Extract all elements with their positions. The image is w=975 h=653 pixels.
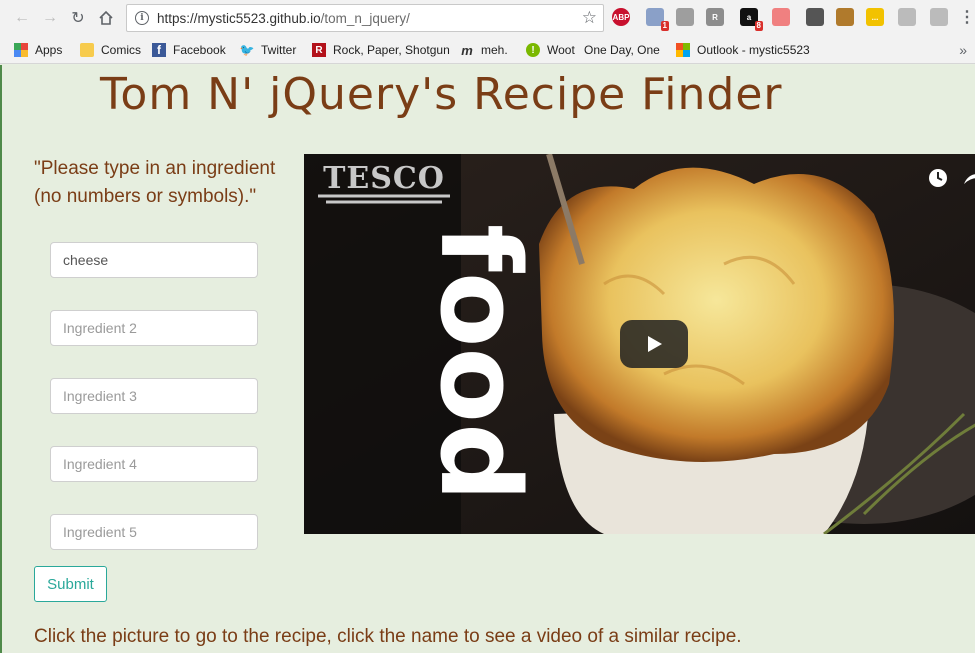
page-content: Tom N' jQuery's Recipe Finder "Please ty… bbox=[0, 65, 975, 653]
amazon-icon[interactable]: a8 bbox=[740, 8, 763, 31]
reload-icon[interactable]: ↻ bbox=[68, 8, 88, 28]
bookmark-label: Apps bbox=[35, 43, 63, 57]
extension-badge: 8 bbox=[754, 21, 763, 31]
bookmark-rock-paper-shotgun[interactable]: R Rock, Paper, Shotgun bbox=[312, 41, 450, 59]
bookmarks-overflow-icon[interactable]: » bbox=[959, 42, 967, 58]
code-extension-icon[interactable] bbox=[898, 8, 916, 26]
dots-extension-icon[interactable]: ... bbox=[866, 8, 884, 26]
r-extension-label: R bbox=[712, 12, 718, 22]
apps-grid-icon bbox=[14, 43, 28, 57]
bookmark-woot[interactable]: ! Woot bbox=[526, 41, 575, 59]
bookmark-outlook-mystic5523[interactable]: Outlook - mystic5523 bbox=[676, 41, 810, 59]
ingredient-input-5[interactable] bbox=[50, 514, 258, 550]
twitter-icon: 🐦 bbox=[239, 43, 255, 57]
tesco-logo: TESCO bbox=[323, 161, 445, 196]
bookmarks-bar: Apps Comics f Facebook 🐦 Twitter R Rock, Paper,… bbox=[0, 36, 975, 64]
menu-icon[interactable]: ⋮ bbox=[958, 8, 975, 26]
food-channel-logo: food bbox=[416, 224, 544, 502]
url-host: https://mystic5523.github.io bbox=[157, 10, 321, 26]
forward-icon[interactable]: → bbox=[40, 8, 60, 28]
bookmark-label: One Day, One bbox=[584, 43, 660, 57]
home-icon[interactable] bbox=[96, 8, 116, 28]
bookmark-label: meh. bbox=[481, 43, 508, 57]
play-button[interactable] bbox=[620, 320, 688, 368]
extension-badge-icon[interactable]: 1 bbox=[646, 8, 669, 31]
bookmark-label: Facebook bbox=[173, 43, 226, 57]
menu-label: ⋮ bbox=[959, 9, 975, 26]
bookmark-apps[interactable]: Apps bbox=[14, 41, 62, 59]
dots-extension-label: ... bbox=[871, 12, 879, 22]
bookmark-comics[interactable]: Comics bbox=[80, 41, 141, 59]
ingredient-prompt: "Please type in an ingredient (no number… bbox=[34, 158, 276, 207]
ingredient-input-2[interactable] bbox=[50, 310, 258, 346]
back-icon[interactable]: ← bbox=[12, 8, 32, 28]
ingredient-input-4[interactable] bbox=[50, 446, 258, 482]
url-text: https://mystic5523.github.io/tom_n_jquer… bbox=[157, 11, 410, 26]
extension-badge: 1 bbox=[660, 21, 669, 31]
ingredient-input-1[interactable] bbox=[50, 242, 258, 278]
pdf-extension-icon[interactable] bbox=[930, 8, 948, 26]
amazon-label: a bbox=[746, 12, 752, 22]
r-extension-icon[interactable]: R bbox=[706, 8, 724, 26]
bookmark-meh[interactable]: m meh. bbox=[460, 41, 508, 59]
ingredient-input-3[interactable] bbox=[50, 378, 258, 414]
url-path: /tom_n_jquery/ bbox=[320, 10, 410, 26]
bookmark-label: Twitter bbox=[261, 43, 297, 57]
recipe-video-player[interactable]: TESCO food bbox=[304, 154, 975, 534]
rps-icon: R bbox=[312, 43, 326, 57]
page-title: Tom N' jQuery's Recipe Finder bbox=[100, 69, 783, 120]
bookmark-label: Rock, Paper, Shotgun bbox=[333, 43, 450, 57]
share-icon[interactable] bbox=[962, 168, 975, 188]
eyedropper-icon[interactable] bbox=[806, 8, 824, 26]
address-bar[interactable]: i https://mystic5523.github.io/tom_n_jqu… bbox=[126, 4, 604, 32]
folder-icon bbox=[80, 43, 94, 57]
play-icon bbox=[648, 336, 662, 352]
submit-button[interactable]: Submit bbox=[34, 566, 107, 602]
microsoft-icon bbox=[676, 43, 690, 57]
facebook-icon: f bbox=[152, 43, 166, 57]
watch-later-icon[interactable] bbox=[928, 168, 948, 188]
instructions-text: Click the picture to go to the recipe, c… bbox=[34, 626, 742, 647]
arrow-extension-icon[interactable] bbox=[772, 8, 790, 26]
bookmark-twitter[interactable]: 🐦 Twitter bbox=[239, 41, 297, 59]
hammer-icon[interactable] bbox=[836, 8, 854, 26]
bookmark-one-day-one[interactable]: One Day, One bbox=[584, 41, 660, 59]
browser-toolbar: ← → ↻ i https://mystic5523.github.io/tom… bbox=[0, 0, 975, 36]
bookmark-label: Woot bbox=[547, 43, 575, 57]
meh-icon: m bbox=[461, 42, 473, 58]
bookmark-label: Comics bbox=[101, 43, 142, 57]
graph-extension-icon[interactable] bbox=[676, 8, 694, 26]
bookmark-facebook[interactable]: f Facebook bbox=[152, 41, 226, 59]
bookmark-label: Outlook - mystic5523 bbox=[697, 43, 810, 57]
adblock-plus-icon[interactable]: ABP bbox=[612, 8, 630, 26]
bookmark-star-icon[interactable]: ☆ bbox=[582, 8, 597, 28]
site-info-icon[interactable]: i bbox=[135, 11, 149, 25]
woot-icon: ! bbox=[526, 43, 540, 57]
adblock-plus-label: ABP bbox=[612, 12, 630, 22]
